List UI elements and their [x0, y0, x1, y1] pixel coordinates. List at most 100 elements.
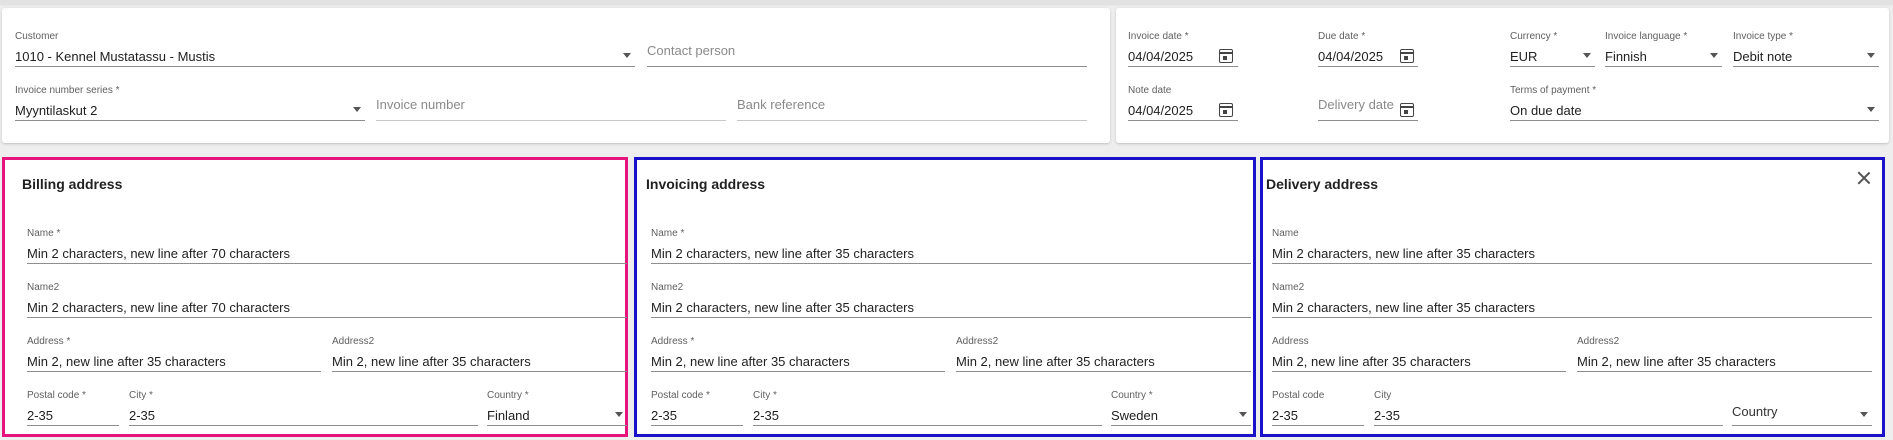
invoicing-address2-label: Address2	[956, 336, 999, 347]
delivery-address2-input[interactable]: Address2 Min 2, new line after 35 charac…	[1577, 336, 1872, 372]
currency-select[interactable]: Currency * EUR	[1510, 31, 1595, 67]
invoicing-country-label: Country *	[1111, 390, 1153, 401]
invoicing-name-label: Name *	[651, 228, 685, 239]
contact-person-input[interactable]: Contact person	[647, 31, 1087, 67]
invoice-date-input[interactable]: Invoice date * 04/04/2025	[1128, 31, 1238, 67]
delivery-city-value: 2-35	[1374, 408, 1401, 423]
billing-address-input[interactable]: Address * Min 2, new line after 35 chara…	[27, 336, 321, 372]
top-bar	[0, 0, 1893, 4]
invoice-language-label: Invoice language *	[1605, 31, 1688, 42]
billing-address2-label: Address2	[332, 336, 375, 347]
billing-name-label: Name *	[27, 228, 61, 239]
billing-address2-input[interactable]: Address2 Min 2, new line after 35 charac…	[332, 336, 627, 372]
delivery-address2-label: Address2	[1577, 336, 1620, 347]
billing-country-select[interactable]: Country * Finland	[487, 390, 627, 426]
invoice-language-select[interactable]: Invoice language * Finnish	[1605, 31, 1722, 67]
delivery-address-input[interactable]: Address Min 2, new line after 35 charact…	[1272, 336, 1566, 372]
terms-of-payment-select[interactable]: Terms of payment * On due date	[1510, 85, 1879, 121]
billing-address-title: Billing address	[22, 176, 123, 192]
calendar-icon[interactable]	[1219, 103, 1233, 117]
invoicing-name2-input[interactable]: Name2 Min 2 characters, new line after 3…	[651, 282, 1251, 318]
billing-name-input[interactable]: Name * Min 2 characters, new line after …	[27, 228, 627, 264]
invoice-number-input[interactable]: Invoice number	[376, 85, 726, 121]
billing-postal-code-label: Postal code *	[27, 390, 86, 401]
chevron-down-icon	[1239, 412, 1247, 417]
billing-city-value: 2-35	[129, 408, 156, 423]
bank-reference-placeholder: Bank reference	[737, 97, 826, 112]
delivery-name2-label: Name2	[1272, 282, 1305, 293]
invoice-date-label: Invoice date *	[1128, 31, 1189, 42]
terms-of-payment-value: On due date	[1510, 103, 1582, 118]
calendar-icon[interactable]	[1400, 49, 1414, 63]
billing-name2-input[interactable]: Name2 Min 2 characters, new line after 7…	[27, 282, 627, 318]
due-date-input[interactable]: Due date * 04/04/2025	[1318, 31, 1418, 67]
note-date-label: Note date	[1128, 85, 1172, 96]
invoicing-city-label: City *	[753, 390, 777, 401]
invoicing-address-label: Address *	[651, 336, 695, 347]
invoicing-postal-code-input[interactable]: Postal code * 2-35	[651, 390, 743, 426]
billing-name2-value: Min 2 characters, new line after 70 char…	[27, 300, 291, 315]
invoice-number-placeholder: Invoice number	[376, 97, 465, 112]
chevron-down-icon	[615, 412, 623, 417]
delivery-address2-value: Min 2, new line after 35 characters	[1577, 354, 1776, 369]
billing-country-value: Finland	[487, 408, 530, 423]
invoicing-city-input[interactable]: City * 2-35	[753, 390, 1102, 426]
currency-label: Currency *	[1510, 31, 1558, 42]
invoice-details-card: Invoice date * 04/04/2025 Due date * 04/…	[1116, 8, 1889, 143]
invoicing-country-value: Sweden	[1111, 408, 1158, 423]
billing-address2-value: Min 2, new line after 35 characters	[332, 354, 531, 369]
delivery-name-value: Min 2 characters, new line after 35 char…	[1272, 246, 1536, 261]
delivery-name-label: Name	[1272, 228, 1299, 239]
delivery-name-input[interactable]: Name Min 2 characters, new line after 35…	[1272, 228, 1872, 264]
invoicing-address2-value: Min 2, new line after 35 characters	[956, 354, 1155, 369]
chevron-down-icon	[1867, 53, 1875, 58]
invoicing-address-value: Min 2, new line after 35 characters	[651, 354, 850, 369]
billing-postal-code-input[interactable]: Postal code * 2-35	[27, 390, 119, 426]
bank-reference-input[interactable]: Bank reference	[737, 85, 1087, 121]
delivery-city-input[interactable]: City 2-35	[1374, 390, 1723, 426]
calendar-icon[interactable]	[1400, 103, 1414, 117]
invoice-type-value: Debit note	[1733, 49, 1793, 64]
billing-postal-code-value: 2-35	[27, 408, 54, 423]
customer-card: Customer 1010 - Kennel Mustatassu - Must…	[2, 8, 1110, 143]
invoice-type-select[interactable]: Invoice type * Debit note	[1733, 31, 1879, 67]
delivery-postal-code-input[interactable]: Postal code 2-35	[1272, 390, 1364, 426]
invoicing-name-input[interactable]: Name * Min 2 characters, new line after …	[651, 228, 1251, 264]
contact-person-placeholder: Contact person	[647, 43, 736, 58]
terms-of-payment-label: Terms of payment *	[1510, 85, 1597, 96]
delivery-address-title: Delivery address	[1266, 176, 1379, 192]
calendar-icon[interactable]	[1219, 49, 1233, 63]
invoice-number-series-value: Myyntilaskut 2	[15, 103, 98, 118]
invoice-number-series-label: Invoice number series *	[15, 85, 120, 96]
delivery-date-input[interactable]: Delivery date	[1318, 85, 1418, 121]
delivery-country-select[interactable]: Country	[1732, 390, 1872, 426]
note-date-input[interactable]: Note date 04/04/2025	[1128, 85, 1238, 121]
billing-city-input[interactable]: City * 2-35	[129, 390, 478, 426]
customer-select[interactable]: Customer 1010 - Kennel Mustatassu - Must…	[15, 31, 635, 67]
billing-name2-label: Name2	[27, 282, 60, 293]
invoice-number-series-select[interactable]: Invoice number series * Myyntilaskut 2	[15, 85, 365, 121]
chevron-down-icon	[623, 53, 631, 58]
billing-address-value: Min 2, new line after 35 characters	[27, 354, 226, 369]
invoicing-address-panel: Invoicing address Name * Min 2 character…	[634, 157, 1256, 437]
delivery-date-placeholder: Delivery date	[1318, 97, 1394, 112]
billing-address-panel: Billing address Name * Min 2 characters,…	[2, 157, 628, 437]
invoicing-postal-code-value: 2-35	[651, 408, 678, 423]
chevron-down-icon	[1867, 107, 1875, 112]
delivery-address-value: Min 2, new line after 35 characters	[1272, 354, 1471, 369]
invoicing-postal-code-label: Postal code *	[651, 390, 710, 401]
billing-name-value: Min 2 characters, new line after 70 char…	[27, 246, 291, 261]
invoicing-name-value: Min 2 characters, new line after 35 char…	[651, 246, 915, 261]
delivery-name2-input[interactable]: Name2 Min 2 characters, new line after 3…	[1272, 282, 1872, 318]
invoicing-name2-value: Min 2 characters, new line after 35 char…	[651, 300, 915, 315]
delivery-city-label: City	[1374, 390, 1392, 401]
invoicing-country-select[interactable]: Country * Sweden	[1111, 390, 1251, 426]
invoicing-address-title: Invoicing address	[646, 176, 766, 192]
due-date-label: Due date *	[1318, 31, 1366, 42]
invoicing-address-input[interactable]: Address * Min 2, new line after 35 chara…	[651, 336, 945, 372]
delivery-address-label: Address	[1272, 336, 1309, 347]
invoicing-address2-input[interactable]: Address2 Min 2, new line after 35 charac…	[956, 336, 1251, 372]
chevron-down-icon	[353, 107, 361, 112]
close-icon[interactable]	[1856, 170, 1872, 186]
delivery-country-placeholder: Country	[1732, 404, 1778, 419]
